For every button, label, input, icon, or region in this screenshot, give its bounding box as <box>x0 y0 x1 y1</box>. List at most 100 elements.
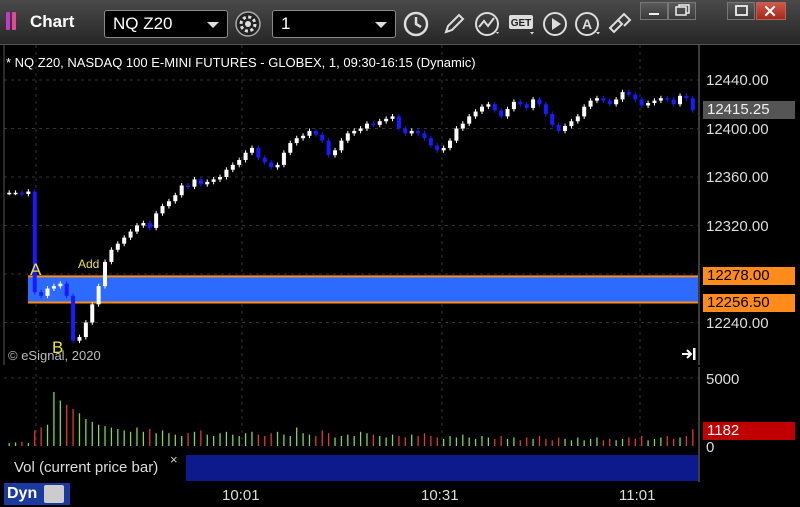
clock-icon[interactable] <box>402 10 430 38</box>
minimize-icon[interactable] <box>640 2 668 20</box>
candle-body <box>275 164 280 168</box>
candle-body <box>179 185 184 196</box>
annotation-b[interactable]: B <box>52 338 63 358</box>
restore-icon[interactable] <box>668 2 696 20</box>
candle-body <box>556 124 561 131</box>
candle-body <box>115 243 120 250</box>
scroll-to-end-icon[interactable] <box>681 347 697 361</box>
candle-body <box>26 191 31 194</box>
candle-body <box>345 133 350 141</box>
alert-icon[interactable]: A <box>574 10 602 38</box>
candle-body <box>614 99 619 105</box>
close-icon[interactable]: × <box>170 452 178 467</box>
indicator-icon[interactable] <box>474 10 502 38</box>
get-icon[interactable]: GET <box>508 10 536 38</box>
pencil-icon[interactable] <box>440 10 468 38</box>
volume-last-tag: 1182 <box>703 422 795 440</box>
candle-body <box>575 116 580 122</box>
candle-body <box>384 118 389 122</box>
candle-body <box>218 177 223 180</box>
candle-body <box>237 160 242 165</box>
svg-text:GET: GET <box>511 18 532 29</box>
candle-body <box>134 225 139 232</box>
candle-body <box>428 138 433 146</box>
candle-body <box>473 111 478 117</box>
candle-body <box>524 104 529 108</box>
candle-body <box>186 185 191 187</box>
candle-body <box>505 109 510 117</box>
level-high-tag: 12278.00 <box>703 267 795 285</box>
candle-body <box>96 286 101 305</box>
candle-body <box>58 283 63 287</box>
candle-body <box>51 286 56 289</box>
candle-body <box>448 140 453 148</box>
candle-body <box>198 179 203 185</box>
play-icon[interactable] <box>542 10 570 38</box>
candle-body <box>109 249 114 262</box>
link-icon[interactable] <box>606 10 634 38</box>
price-tick: 12240.00 <box>706 315 769 332</box>
candle-body <box>301 135 306 139</box>
maximize-icon[interactable] <box>727 2 755 20</box>
time-axis <box>0 482 800 507</box>
candle-body <box>269 162 274 168</box>
candle-body <box>103 261 108 287</box>
candle-body <box>83 322 88 338</box>
candle-body <box>211 179 216 182</box>
candle-body <box>333 150 338 156</box>
interval-combo[interactable]: 1 <box>272 10 396 38</box>
candle-body <box>409 130 414 134</box>
time-tick: 10:31 <box>421 487 459 504</box>
candle-body <box>620 92 625 100</box>
time-tick: 11:01 <box>619 487 656 504</box>
price-tick: 12320.00 <box>706 218 769 235</box>
candle-body <box>256 147 261 158</box>
candle-body <box>166 201 171 207</box>
lock-icon[interactable] <box>44 485 64 503</box>
candle-body <box>454 128 459 141</box>
candle-body <box>173 195 178 202</box>
candle-body <box>230 164 235 170</box>
dyn-label: Dyn <box>7 485 38 502</box>
symbol-combo[interactable]: NQ Z20 <box>104 10 228 38</box>
title-bar: Chart NQ Z20 1 GET A <box>0 0 800 45</box>
candle-body <box>537 99 542 105</box>
candle-body <box>160 206 165 214</box>
candle-body <box>141 223 146 226</box>
candle-body <box>13 192 18 195</box>
candle-body <box>39 292 44 296</box>
candle-body <box>281 152 286 165</box>
time-tick: 10:01 <box>222 487 260 504</box>
candle-body <box>122 237 127 244</box>
candle-body <box>582 106 587 117</box>
annotation-a[interactable]: A <box>30 260 41 280</box>
svg-text:A: A <box>582 16 592 32</box>
candle-body <box>639 99 644 106</box>
candle-body <box>486 104 491 107</box>
settings-icon[interactable] <box>234 10 262 38</box>
candle-body <box>307 130 312 136</box>
candle-body <box>339 140 344 151</box>
candle-body <box>364 123 369 129</box>
candle-body <box>435 145 440 151</box>
candle-body <box>320 134 325 141</box>
volume-label-band <box>186 455 698 481</box>
chevron-down-icon[interactable] <box>375 22 387 28</box>
candle-body <box>550 113 555 125</box>
candle-body <box>249 147 254 153</box>
chevron-down-icon[interactable] <box>207 22 219 28</box>
candle-body <box>511 101 516 110</box>
candle-body <box>460 123 465 129</box>
price-chart[interactable] <box>0 45 800 365</box>
candle-body <box>71 295 76 341</box>
annotation-add[interactable]: Add <box>78 257 99 271</box>
candle-body <box>326 140 331 156</box>
candle-body <box>441 147 446 151</box>
candle-body <box>90 304 95 323</box>
close-icon[interactable] <box>756 2 786 20</box>
candle-body <box>192 179 197 187</box>
candle-body <box>403 128 408 134</box>
candle-body <box>671 99 676 105</box>
volume-study-label[interactable]: Vol (current price bar) <box>6 455 184 481</box>
candle-body <box>224 169 229 177</box>
